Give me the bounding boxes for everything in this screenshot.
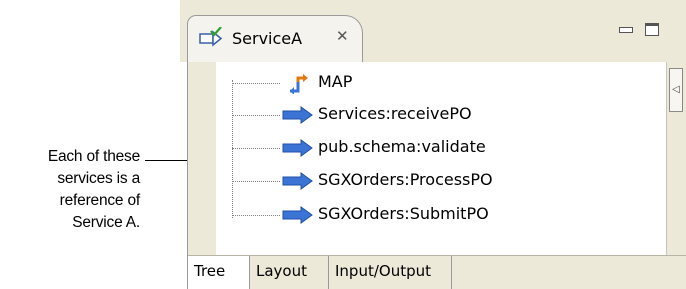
tree-connector xyxy=(232,83,280,84)
tree-connector xyxy=(232,181,280,182)
maximize-icon[interactable] xyxy=(645,23,659,36)
tree-item-label: pub.schema:validate xyxy=(318,137,486,156)
editor-tab-servicea[interactable]: ServiceA ✕ xyxy=(187,15,363,62)
tree-item-label: Services:receivePO xyxy=(318,104,472,123)
tree-connector xyxy=(232,148,280,149)
tree-item-label: SGXOrders:ProcessPO xyxy=(318,170,493,189)
tree-item-service[interactable]: SGXOrders:ProcessPO xyxy=(216,169,656,193)
callout-note: Each of these services is a reference of… xyxy=(0,146,140,234)
tree-connector xyxy=(232,215,280,216)
flow-tree: MAP Services:receivePO pub.schema:valida… xyxy=(216,62,666,255)
invoke-arrow-icon xyxy=(282,106,313,124)
tree-connector xyxy=(232,115,280,116)
tree-item-service[interactable]: pub.schema:validate xyxy=(216,136,656,160)
invoke-arrow-icon xyxy=(282,172,313,190)
callout-line: reference of xyxy=(59,192,141,209)
invoke-arrow-icon xyxy=(282,206,313,224)
callout-line: Service A. xyxy=(72,214,140,231)
bottom-tab-bar: Tree Layout Input/Output xyxy=(188,255,686,289)
callout-line: Each of these xyxy=(47,148,140,165)
editor-tab-title: ServiceA xyxy=(232,29,303,48)
callout-line: services is a xyxy=(57,170,140,187)
minimize-icon[interactable] xyxy=(619,27,633,33)
service-editor: ServiceA ✕ MAP Services:receivePO pub.sc… xyxy=(180,0,686,289)
collapse-left-icon[interactable]: ◁ xyxy=(669,68,683,112)
tree-item-label: SGXOrders:SubmitPO xyxy=(318,204,489,223)
map-step-icon xyxy=(290,74,308,94)
tree-item-map[interactable]: MAP xyxy=(216,71,656,95)
side-panel-strip: ◁ xyxy=(666,62,686,255)
tree-item-service[interactable]: SGXOrders:SubmitPO xyxy=(216,203,656,227)
editor-gutter xyxy=(188,62,216,255)
tab-input-output[interactable]: Input/Output xyxy=(329,256,452,289)
tab-layout[interactable]: Layout xyxy=(250,256,329,289)
service-edit-icon xyxy=(199,27,223,47)
tree-item-label: MAP xyxy=(318,72,353,91)
tab-tree[interactable]: Tree xyxy=(188,256,250,289)
invoke-arrow-icon xyxy=(282,139,313,157)
editor-tab-bar: ServiceA ✕ xyxy=(180,0,686,62)
tree-item-service[interactable]: Services:receivePO xyxy=(216,103,656,127)
close-x-icon[interactable]: ✕ xyxy=(336,27,349,45)
